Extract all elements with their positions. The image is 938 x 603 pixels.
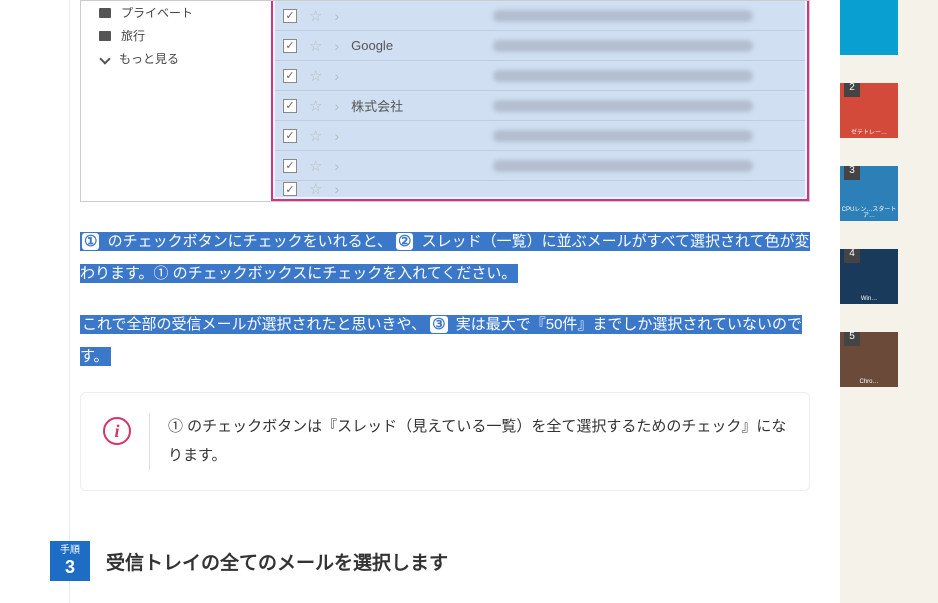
star-icon: ☆ — [309, 97, 322, 115]
mail-row: ✓ ☆ › — [275, 121, 805, 151]
thumb-caption: ゼテトレー… — [840, 129, 898, 138]
star-icon: ☆ — [309, 157, 322, 175]
rank-badge: 5 — [844, 332, 860, 346]
checkbox-icon: ✓ — [283, 129, 297, 143]
sidebar-thumb[interactable]: 3 CPUレン…スタートア… — [840, 166, 898, 221]
mail-row: ✓ ☆ › — [275, 1, 805, 31]
important-icon: › — [334, 128, 339, 144]
mail-row: ✓ ☆ › Google — [275, 31, 805, 61]
nav-label: 旅行 — [121, 27, 145, 44]
blurred-content — [493, 130, 753, 142]
important-icon: › — [334, 68, 339, 84]
star-icon: ☆ — [309, 7, 322, 25]
star-icon: ☆ — [309, 180, 322, 198]
thumb-caption — [840, 53, 898, 55]
sidebar-thumb[interactable]: 4 Win… — [840, 249, 898, 304]
nav-item-private: プライベート — [89, 1, 263, 24]
highlight-text: これで全部の受信メールが選択されたと思いきや、 — [80, 315, 428, 334]
right-sidebar: 2 ゼテトレー… 3 CPUレン…スタートア… 4 Win… 5 Chro… — [840, 0, 938, 603]
blurred-content — [493, 40, 753, 52]
star-icon: ☆ — [309, 67, 322, 85]
sidebar-thumb[interactable]: 5 Chro… — [840, 332, 898, 387]
checkbox-icon: ✓ — [283, 159, 297, 173]
article-main: プライベート 旅行 もっと見る ✓ ☆ › — [70, 0, 840, 603]
mail-sender: Google — [351, 38, 481, 53]
mail-row: ✓ ☆ › 株式会社 — [275, 91, 805, 121]
info-icon: i — [103, 417, 131, 445]
checkbox-icon: ✓ — [283, 9, 297, 23]
step-label: 手順 — [60, 546, 80, 556]
circled-num-1: ① — [82, 233, 99, 250]
circled-num-3: ③ — [430, 316, 447, 333]
step-badge: 手順 3 — [50, 541, 90, 581]
important-icon: › — [334, 98, 339, 114]
paragraph-2: これで全部の受信メールが選択されたと思いきや、③ 実は最大で『50件』までしか選… — [80, 309, 810, 372]
thumb-caption: CPUレン…スタートア… — [840, 206, 898, 221]
checkbox-icon: ✓ — [283, 182, 297, 196]
checkbox-icon: ✓ — [283, 99, 297, 113]
highlight-text: のチェックボタンにチェックをいれると、 — [101, 232, 394, 251]
blurred-content — [493, 10, 753, 22]
nav-item-travel: 旅行 — [89, 24, 263, 47]
nav-label: もっと見る — [119, 50, 179, 67]
info-text: ① のチェックボタンは『スレッド（見えている一覧）を全て選択するためのチェック』… — [149, 413, 787, 470]
label-icon — [99, 8, 111, 18]
rank-badge: 3 — [844, 166, 860, 180]
blurred-content — [493, 100, 753, 112]
important-icon: › — [334, 8, 339, 24]
step-title: 受信トレイの全てのメールを選択します — [106, 548, 448, 575]
nav-item-more: もっと見る — [89, 47, 263, 70]
important-icon: › — [334, 158, 339, 174]
thumb-caption: Chro… — [840, 378, 898, 387]
important-icon: › — [334, 181, 339, 197]
info-callout: i ① のチェックボタンは『スレッド（見えている一覧）を全て選択するためのチェッ… — [80, 392, 810, 491]
gmail-screenshot: プライベート 旅行 もっと見る ✓ ☆ › — [80, 0, 810, 202]
mail-thread-list: ✓ ☆ › ✓ ☆ › Google ✓ — [271, 1, 809, 201]
chevron-down-icon — [99, 53, 110, 64]
rank-badge: 2 — [844, 83, 860, 97]
blurred-content — [493, 160, 753, 172]
sidebar-thumb[interactable]: 2 ゼテトレー… — [840, 83, 898, 138]
mail-sender: 株式会社 — [351, 96, 481, 115]
sidebar-thumb[interactable] — [840, 0, 898, 55]
left-rail — [0, 0, 70, 603]
star-icon: ☆ — [309, 37, 322, 55]
blurred-content — [493, 70, 753, 82]
rank-badge: 4 — [844, 249, 860, 263]
checkbox-icon: ✓ — [283, 39, 297, 53]
gmail-sidebar: プライベート 旅行 もっと見る — [81, 1, 271, 201]
circled-num-2: ② — [396, 233, 413, 250]
step-number: 3 — [65, 558, 75, 576]
mail-row: ✓ ☆ › — [275, 61, 805, 91]
nav-label: プライベート — [121, 4, 193, 21]
checkbox-icon: ✓ — [283, 69, 297, 83]
mail-row: ✓ ☆ › — [275, 181, 805, 197]
step-header: 手順 3 受信トレイの全てのメールを選択します — [50, 541, 810, 581]
star-icon: ☆ — [309, 127, 322, 145]
mail-row: ✓ ☆ › — [275, 151, 805, 181]
thumb-caption: Win… — [840, 295, 898, 304]
paragraph-1: ① のチェックボタンにチェックをいれると、② スレッド（一覧）に並ぶメールがすべ… — [80, 226, 810, 289]
label-icon — [99, 31, 111, 41]
important-icon: › — [334, 38, 339, 54]
